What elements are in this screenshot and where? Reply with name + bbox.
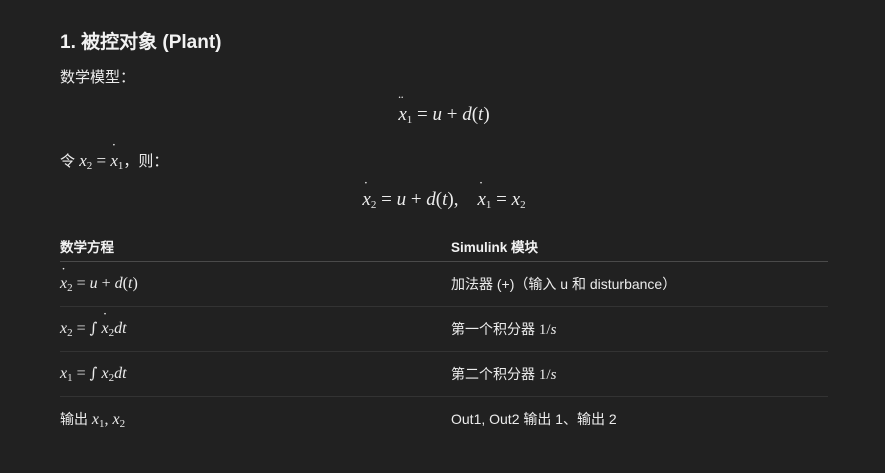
row1-block: 加法器 (+)（输入 u 和 disturbance）: [451, 261, 828, 307]
header-block: Simulink 模块: [451, 231, 828, 262]
header-equation: 数学方程: [60, 231, 451, 262]
equation-2-math: x2 = u + d(t), x1 = x2: [362, 180, 525, 211]
equation-2: x2 = u + d(t), x1 = x2: [60, 180, 828, 211]
row4-equation-math: x1, x2: [91, 410, 126, 430]
row3-block-math: 1/s: [538, 367, 557, 383]
row3-block-text: 第二个积分器: [451, 366, 535, 382]
row2-block: 第一个积分器 1/s: [451, 306, 828, 352]
section-heading: 1. 被控对象 (Plant): [60, 32, 222, 53]
plant-table: 数学方程 Simulink 模块 x2 = u + d(t) 加法器 (+)（输…: [60, 231, 828, 441]
let-math: x2 = x1: [79, 142, 123, 172]
row3-block: 第二个积分器 1/s: [451, 351, 828, 397]
row1-equation: x2 = u + d(t): [60, 261, 451, 307]
row4-block: Out1, Out2 输出 1、输出 2: [451, 411, 617, 427]
row2-block-math: 1/s: [538, 322, 557, 338]
equation-1: x1 = u + d(t): [60, 94, 828, 126]
row4-equation: 输出 x1, x2: [60, 397, 451, 442]
table-header-row: 数学方程 Simulink 模块: [60, 231, 828, 262]
intro-text: 数学模型：: [60, 69, 136, 86]
row3-equation: x1 = ∫ x2dt: [60, 351, 451, 397]
table-row: 输出 x1, x2 Out1, Out2 输出 1、输出 2: [60, 397, 828, 442]
let-statement: 令 x2 = x1，则：: [60, 142, 169, 172]
table-row: x1 = ∫ x2dt 第二个积分器 1/s: [60, 351, 828, 397]
equation-1-math: x1 = u + d(t): [398, 94, 489, 126]
row2-block-text: 第一个积分器: [451, 321, 535, 337]
row4-equation-prefix: 输出: [60, 410, 88, 427]
table-row: x2 = ∫ x2dt 第一个积分器 1/s: [60, 306, 828, 352]
table-row: x2 = u + d(t) 加法器 (+)（输入 u 和 disturbance…: [60, 261, 828, 307]
let-suffix: ，则：: [123, 153, 169, 170]
let-prefix: 令: [60, 153, 76, 170]
row2-equation: x2 = ∫ x2dt: [60, 306, 451, 352]
